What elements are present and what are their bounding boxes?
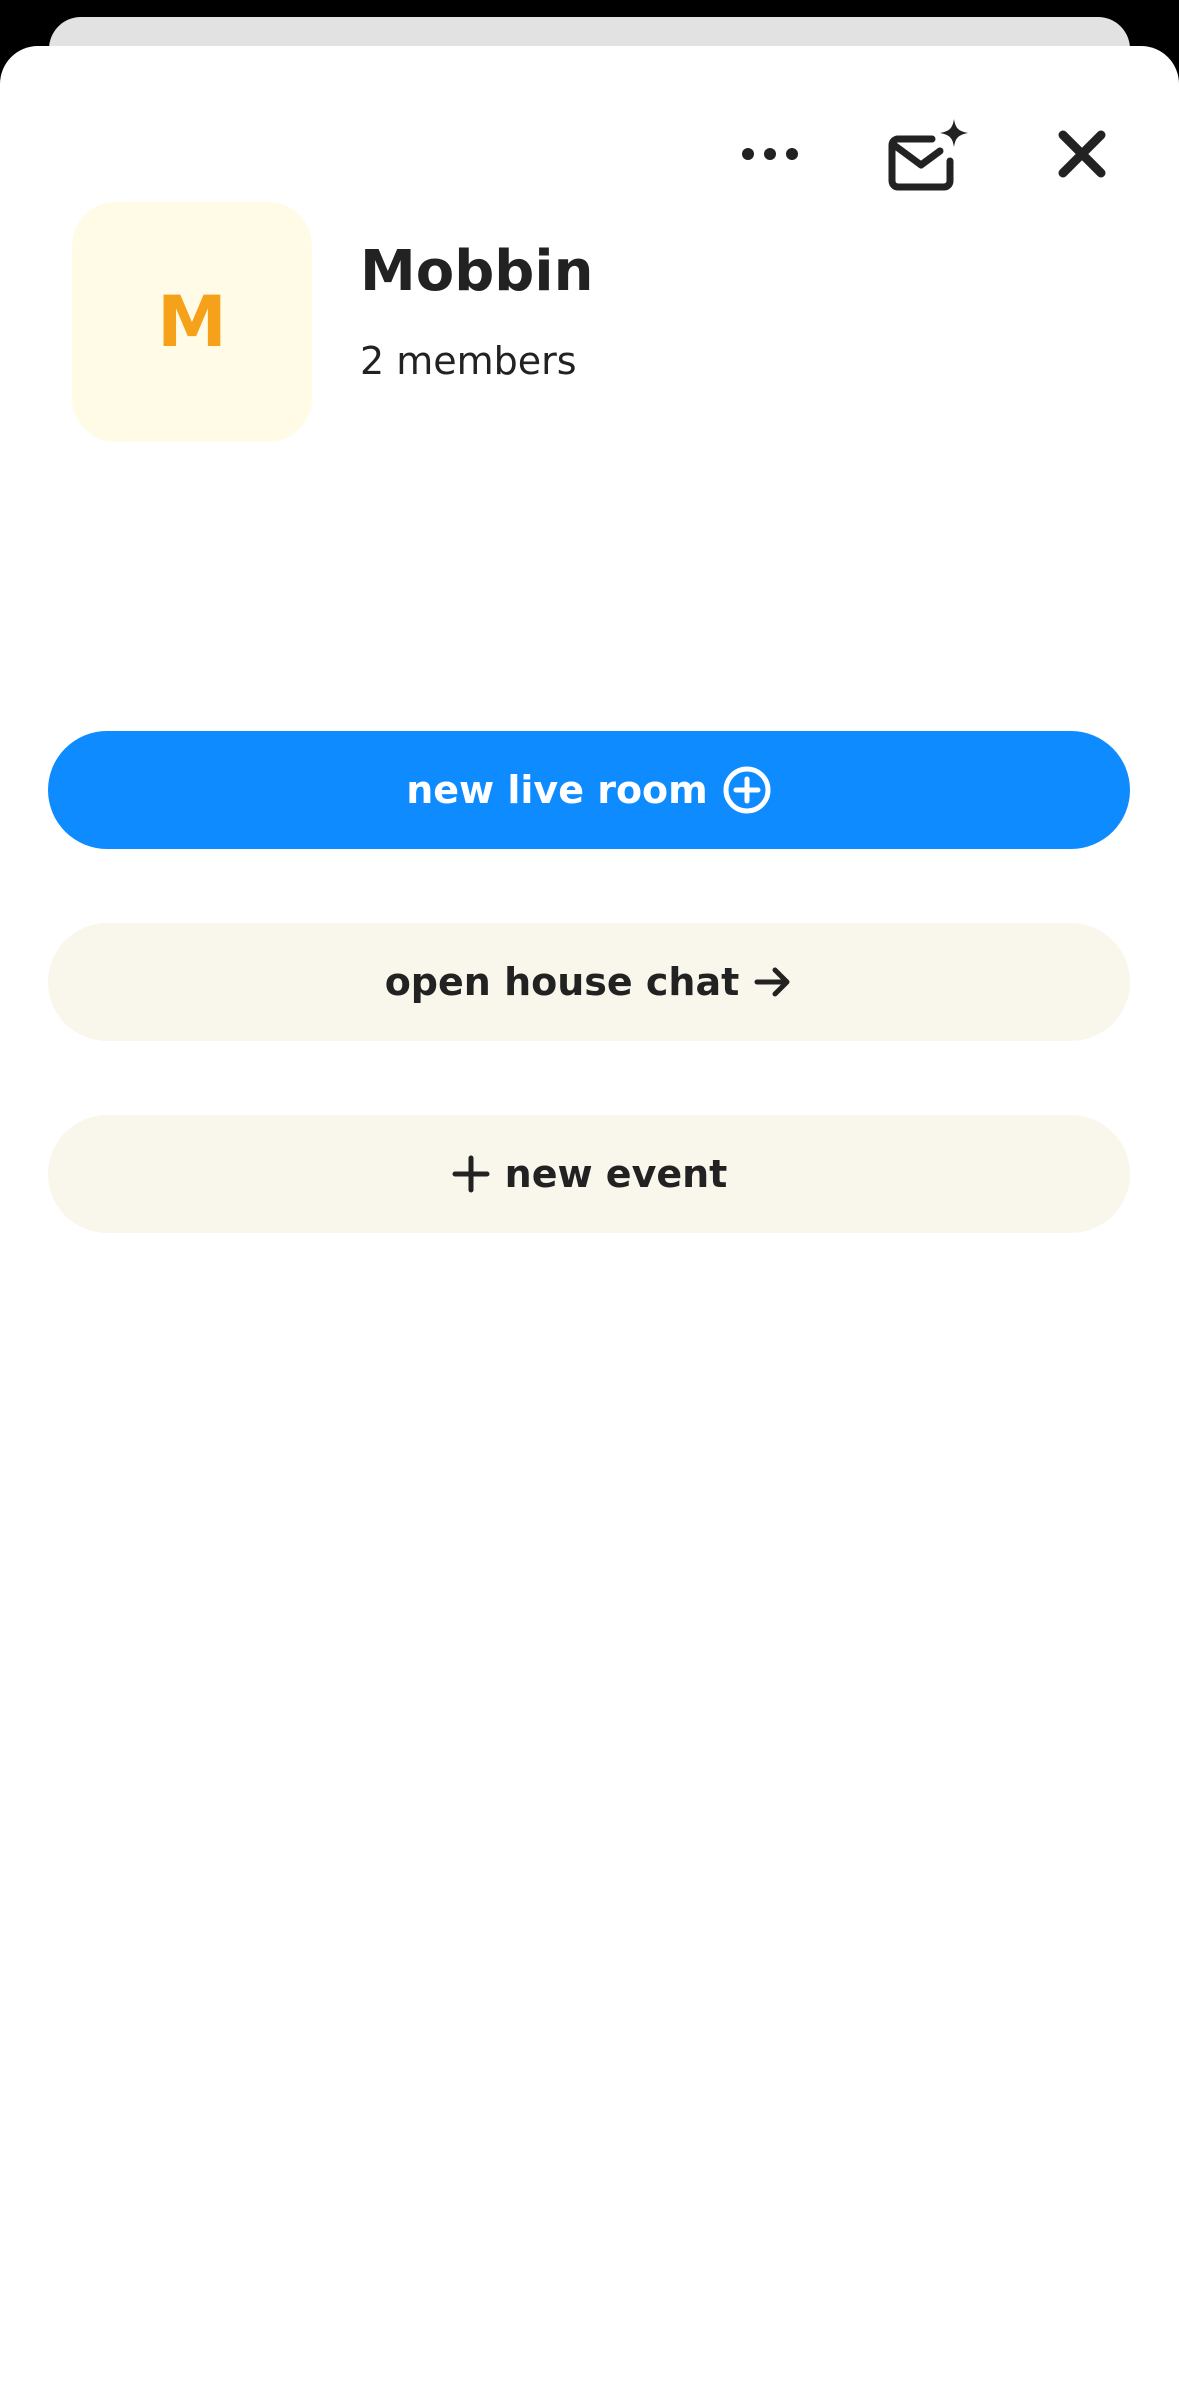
- club-avatar[interactable]: M: [72, 202, 312, 442]
- arrow-right-icon: [754, 967, 790, 997]
- open-house-chat-button[interactable]: open house chat: [48, 923, 1130, 1041]
- new-live-room-label: new live room: [406, 768, 708, 812]
- close-button[interactable]: [1042, 118, 1122, 190]
- new-event-button[interactable]: new event: [48, 1115, 1130, 1233]
- member-count[interactable]: 2 members: [360, 342, 577, 380]
- more-horizontal-icon: [742, 148, 798, 160]
- new-live-room-button[interactable]: new live room: [48, 731, 1130, 849]
- open-house-chat-label: open house chat: [384, 960, 740, 1004]
- close-icon: [1058, 130, 1106, 178]
- club-name: Mobbin: [360, 239, 594, 304]
- mail-sparkle-icon: [888, 119, 968, 191]
- plus-circle-icon: [723, 766, 771, 814]
- more-options-button[interactable]: [730, 118, 810, 190]
- new-event-label: new event: [504, 1152, 728, 1196]
- plus-icon: [452, 1155, 490, 1193]
- invite-button[interactable]: [880, 110, 980, 200]
- avatar-letter: M: [157, 281, 227, 363]
